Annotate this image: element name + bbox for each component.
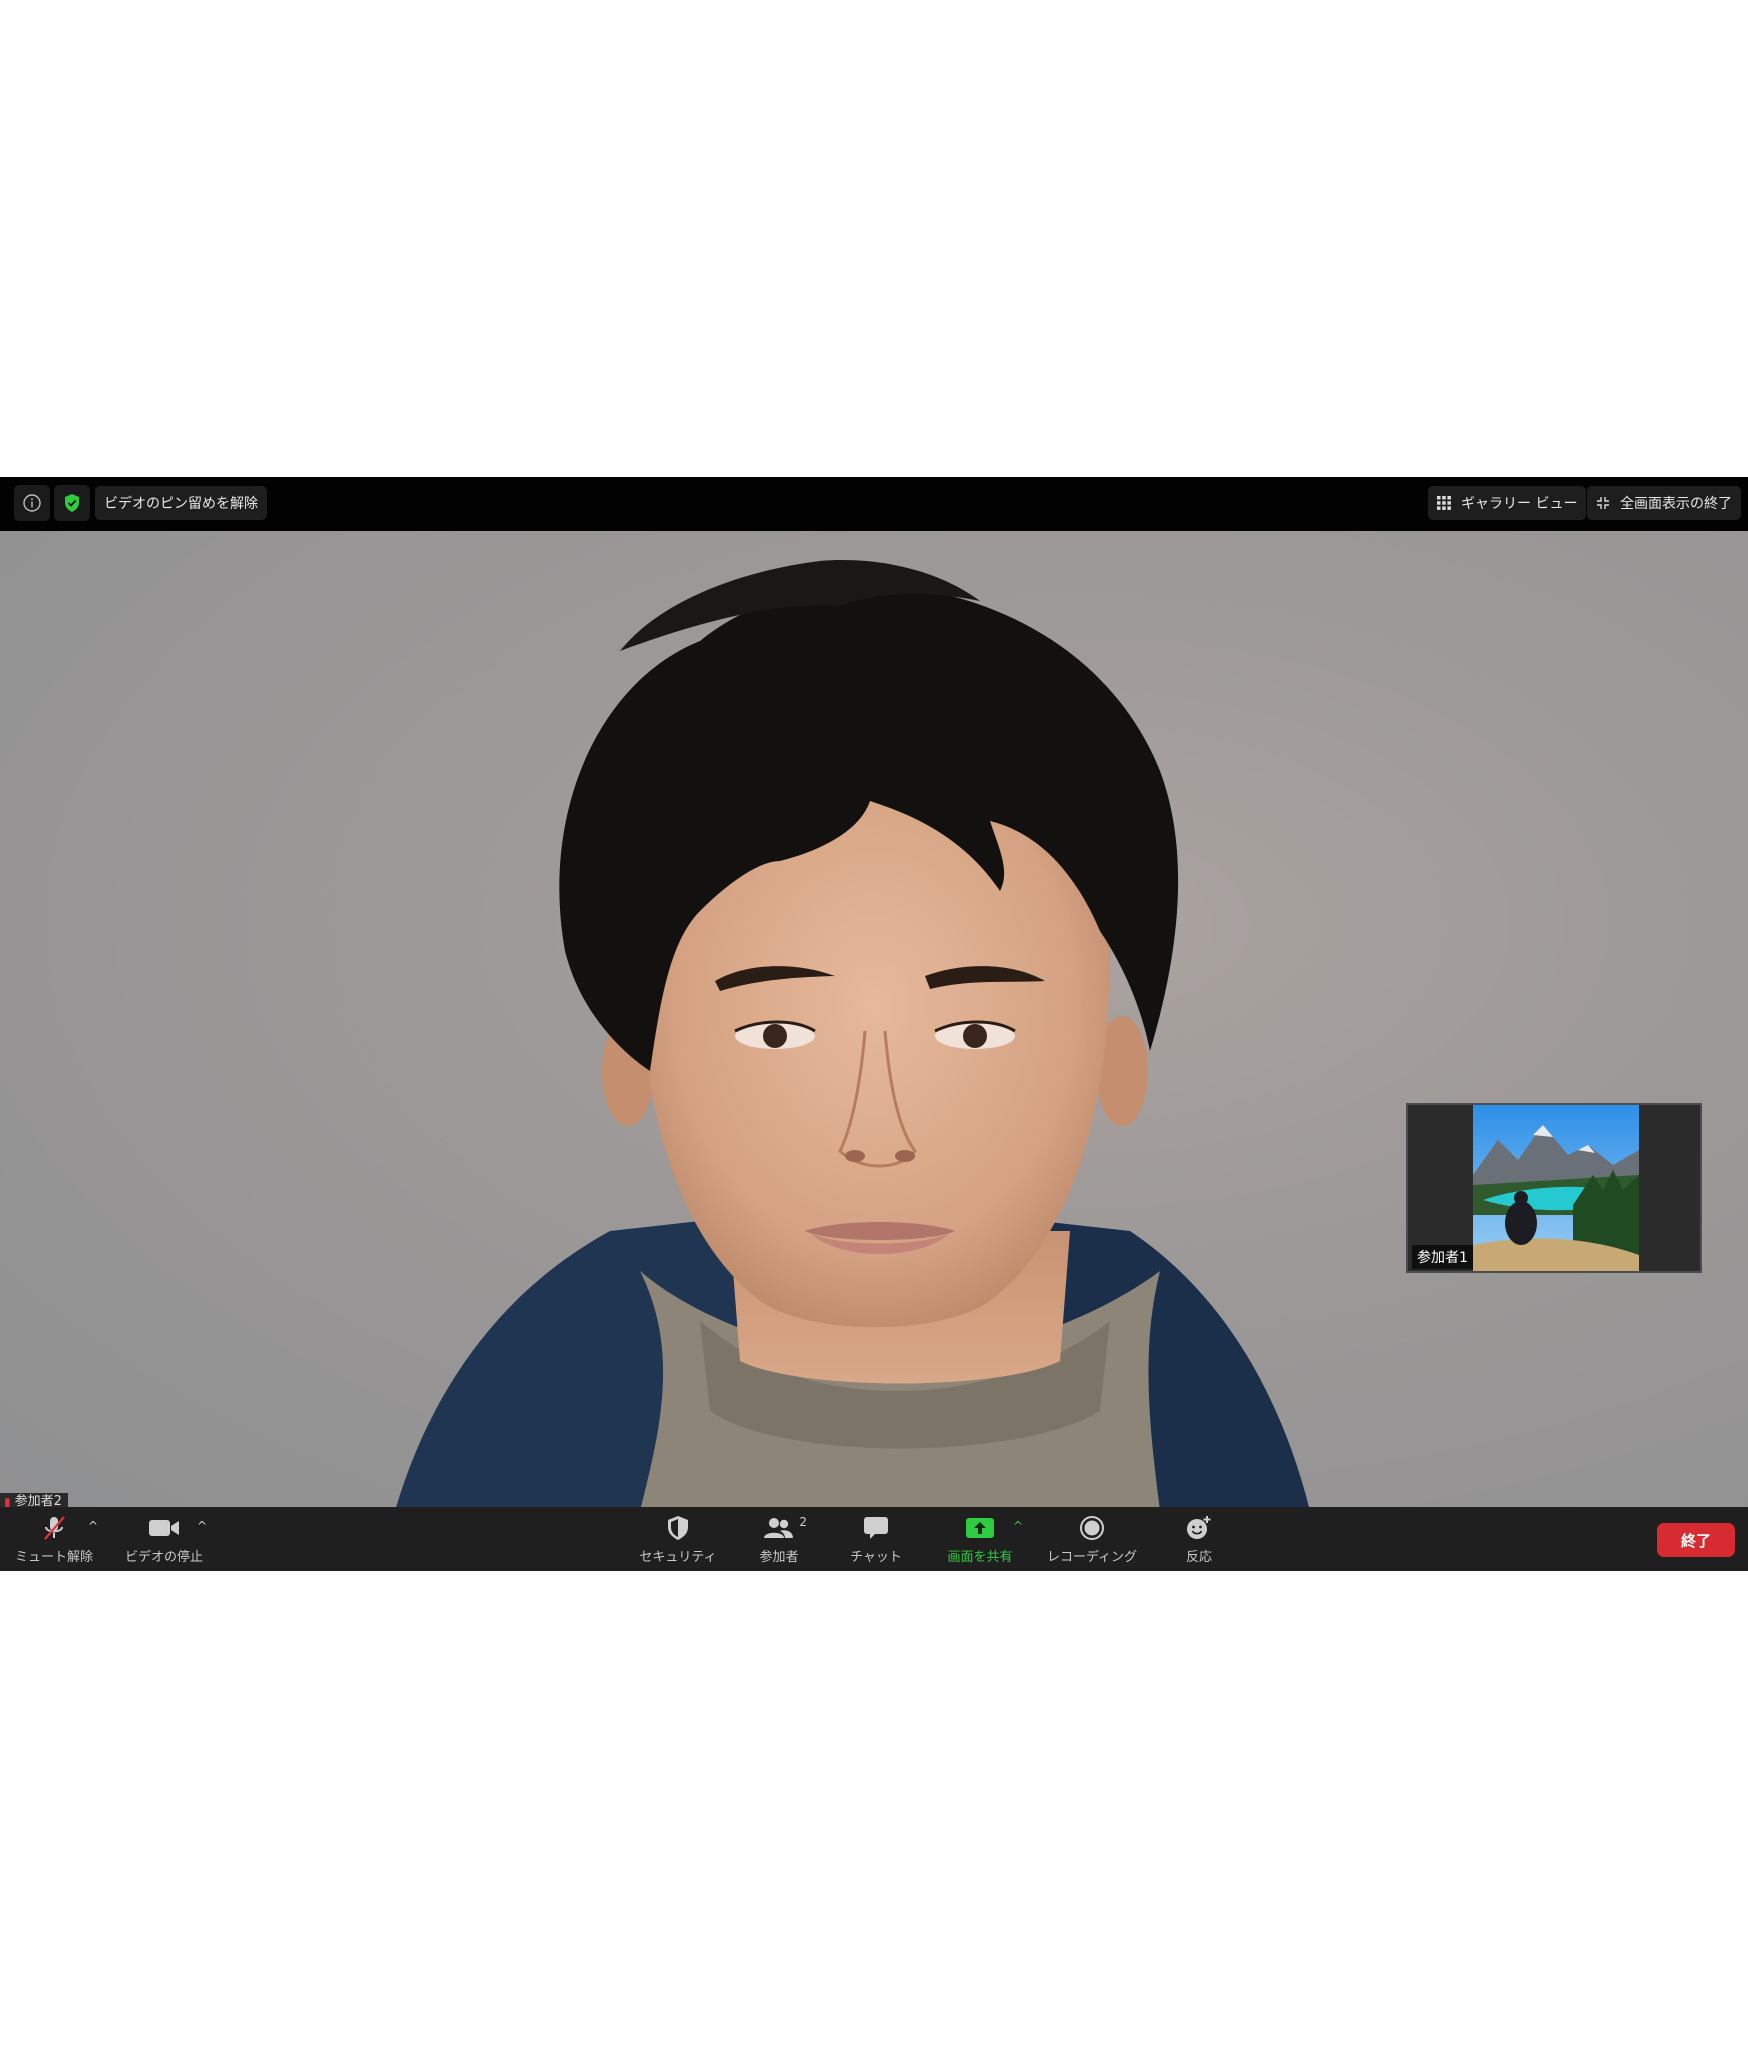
unpin-video-button[interactable]: ビデオのピン留めを解除 [95, 486, 267, 520]
exit-fullscreen-icon [1597, 497, 1609, 509]
active-speaker-name-tag: ▮ 参加者2 [0, 1493, 68, 1507]
stop-video-button[interactable]: ビデオの停止 [122, 1513, 206, 1565]
meeting-info-button[interactable] [14, 485, 50, 521]
gallery-view-button[interactable]: ギャラリー ビュー [1428, 486, 1587, 520]
reactions-button[interactable]: 反応 [1168, 1513, 1230, 1565]
security-shield-icon [668, 1516, 688, 1540]
recording-label: レコーディング [1046, 1550, 1138, 1565]
thumbnail-participant-name: 参加者1 [1412, 1245, 1473, 1269]
chat-button[interactable]: チャット [840, 1513, 912, 1565]
security-label: セキュリティ [639, 1550, 717, 1565]
participant-video-image [395, 560, 1310, 1511]
participant-thumbnail-image [1473, 1105, 1639, 1271]
share-screen-button[interactable]: 画面を共有 [940, 1513, 1020, 1565]
shield-check-icon [65, 494, 79, 512]
active-speaker-name: 参加者2 [14, 1494, 62, 1507]
participants-count: 2 [799, 1515, 807, 1529]
video-options-chevron-icon[interactable]: ^ [197, 1519, 207, 1533]
active-speaker-video: 参加者1 [0, 531, 1748, 1511]
meeting-window: ビデオのピン留めを解除 ギャラリー ビュー 全画面表示の終了 参加者1 ▮ 参加… [0, 477, 1748, 1571]
participants-label: 参加者 [759, 1550, 799, 1565]
video-camera-icon [149, 1520, 179, 1536]
record-icon [1080, 1516, 1104, 1540]
exit-fullscreen-button[interactable]: 全画面表示の終了 [1587, 486, 1741, 520]
info-icon [23, 494, 41, 512]
participants-icon [764, 1518, 793, 1538]
security-button[interactable]: セキュリティ [636, 1513, 720, 1565]
recording-button[interactable]: レコーディング [1042, 1513, 1142, 1565]
top-bar: ビデオのピン留めを解除 ギャラリー ビュー 全画面表示の終了 [0, 477, 1748, 531]
share-options-chevron-icon[interactable]: ^ [1013, 1519, 1023, 1533]
chat-label: チャット [850, 1550, 902, 1565]
participants-button[interactable]: 2 参加者 [748, 1513, 810, 1565]
chat-bubble-icon [864, 1517, 888, 1539]
encryption-button[interactable] [54, 485, 90, 521]
share-screen-icon [966, 1518, 994, 1538]
audio-options-chevron-icon[interactable]: ^ [88, 1519, 98, 1533]
self-view-thumbnail[interactable]: 参加者1 [1406, 1103, 1702, 1273]
muted-mic-icon: ▮ [4, 1495, 11, 1507]
share-screen-label: 画面を共有 [947, 1550, 1013, 1565]
meeting-toolbar: ミュート解除 ^ ビデオの停止 ^ セキュリティ 2 参加者 チャット 画面を共… [0, 1507, 1748, 1571]
exit-fullscreen-label: 全画面表示の終了 [1620, 496, 1732, 512]
reaction-smiley-icon [1187, 1516, 1211, 1539]
grid-icon [1437, 496, 1451, 510]
stop-video-label: ビデオの停止 [124, 1550, 203, 1565]
reactions-label: 反応 [1185, 1550, 1212, 1565]
gallery-view-label: ギャラリー ビュー [1461, 496, 1578, 512]
muted-microphone-icon [44, 1516, 65, 1540]
unpin-video-label: ビデオのピン留めを解除 [104, 496, 258, 512]
unmute-button[interactable]: ミュート解除 [14, 1513, 94, 1565]
end-meeting-button[interactable]: 終了 [1657, 1523, 1735, 1557]
unmute-label: ミュート解除 [14, 1550, 93, 1565]
